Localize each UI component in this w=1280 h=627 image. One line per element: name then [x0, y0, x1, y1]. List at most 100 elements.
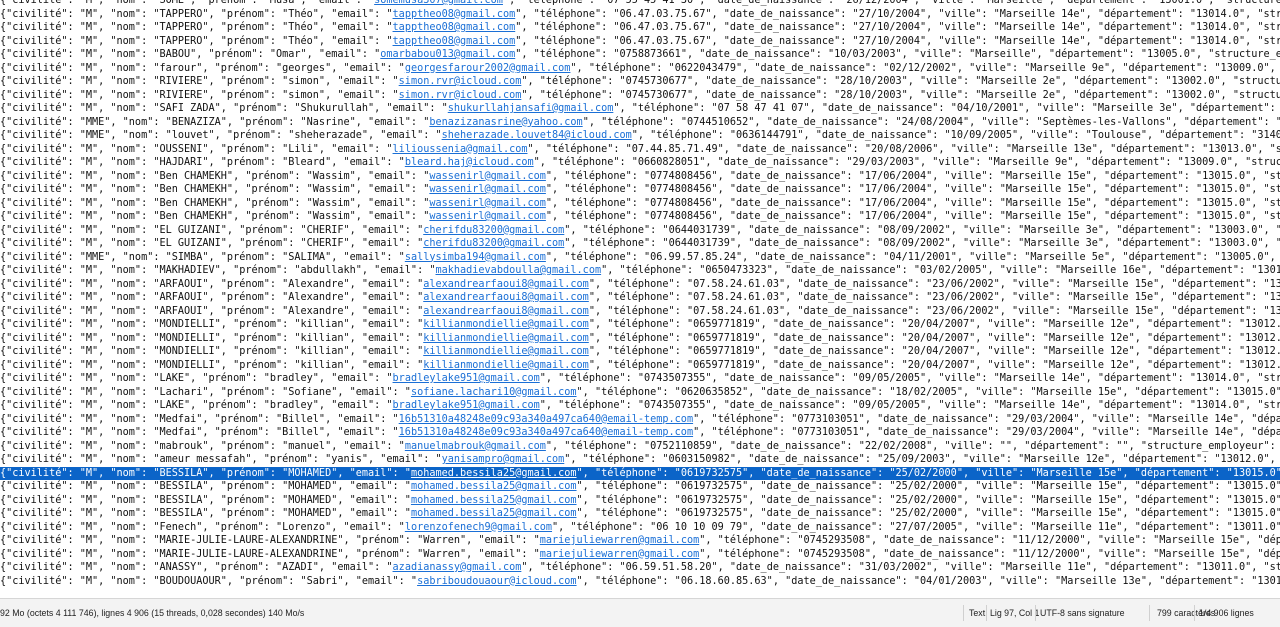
- email-link[interactable]: killianmondiellie@gmail.com: [423, 319, 589, 330]
- email-link[interactable]: bradleylake951@gmail.com: [393, 373, 540, 384]
- text-line[interactable]: {"civilité": "M", "nom": "farour", "prén…: [0, 62, 1280, 76]
- email-link[interactable]: alexandrearfaoui8@gmail.com: [423, 279, 589, 290]
- email-link[interactable]: sallysimba194@gmail.com: [405, 252, 546, 263]
- text-line[interactable]: {"civilité": "M", "nom": "MONDIELLI", "p…: [0, 345, 1280, 359]
- text-line[interactable]: {"civilité": "M", "nom": "LAKE", "prénom…: [0, 372, 1280, 386]
- text-line[interactable]: {"civilité": "M", "nom": "LAKE", "prénom…: [0, 399, 1280, 413]
- text-line[interactable]: {"civilité": "M", "nom": "SOME", "prénom…: [0, 0, 1280, 8]
- email-link[interactable]: cherifdu83200@gmail.com: [423, 225, 564, 236]
- email-link[interactable]: tapptheo08@gmail.com: [393, 9, 516, 20]
- text-line[interactable]: {"civilité": "M", "nom": "ARFAOUI", "pré…: [0, 278, 1280, 292]
- email-link[interactable]: azadianassy@gmail.com: [393, 562, 522, 573]
- text-line[interactable]: {"civilité": "M", "nom": "mabrouk", "pré…: [0, 440, 1280, 454]
- email-link[interactable]: 16b51310a48248e09c93a340a497ca640@email-…: [399, 414, 693, 425]
- text-line[interactable]: {"civilité": "M", "nom": "OUSSENI", "pré…: [0, 143, 1280, 157]
- text-line[interactable]: {"civilité": "M", "nom": "Ben CHAMEKH", …: [0, 210, 1280, 224]
- email-link[interactable]: georgesfarour2002@gmail.com: [405, 63, 571, 74]
- email-link[interactable]: sofiane.lachari10@gmail.com: [411, 387, 577, 398]
- text-line[interactable]: {"civilité": "M", "nom": "Ben CHAMEKH", …: [0, 183, 1280, 197]
- line-text-prefix: {"civilité": "M", "nom": "Medfai", "prén…: [0, 427, 399, 438]
- email-link[interactable]: simon.rvr@icloud.com: [399, 90, 522, 101]
- email-link[interactable]: lorenzofenech9@gmail.com: [405, 522, 552, 533]
- text-line[interactable]: {"civilité": "M", "nom": "EL GUIZANI", "…: [0, 224, 1280, 238]
- text-line[interactable]: {"civilité": "M", "nom": "ameur messafah…: [0, 453, 1280, 467]
- text-line[interactable]: {"civilité": "M", "nom": "MONDIELLI", "p…: [0, 359, 1280, 373]
- email-link[interactable]: tapptheo08@gmail.com: [393, 36, 516, 47]
- text-line[interactable]: {"civilité": "M", "nom": "MONDIELLI", "p…: [0, 332, 1280, 346]
- email-link[interactable]: lilioussenia@gmail.com: [393, 144, 528, 155]
- line-text-prefix: {"civilité": "M", "nom": "LAKE", "prénom…: [0, 400, 393, 411]
- text-line[interactable]: {"civilité": "MME", "nom": "louvet", "pr…: [0, 129, 1280, 143]
- email-link[interactable]: somemusa307@gmail.com: [374, 0, 503, 6]
- text-line[interactable]: {"civilité": "MME", "nom": "SIMBA", "pré…: [0, 251, 1280, 265]
- status-encoding[interactable]: UTF-8 sans signature: [1040, 599, 1125, 627]
- email-link[interactable]: mariejuliewarren@gmail.com: [540, 549, 699, 560]
- text-line[interactable]: {"civilité": "M", "nom": "SAFI ZADA", "p…: [0, 102, 1280, 116]
- text-line[interactable]: {"civilité": "M", "nom": "TAPPERO", "pré…: [0, 21, 1280, 35]
- email-link[interactable]: mohamed.bessila25@gmail.com: [411, 495, 577, 506]
- text-line[interactable]: {"civilité": "M", "nom": "MARIE-JULIE-LA…: [0, 548, 1280, 562]
- text-line[interactable]: {"civilité": "M", "nom": "BABOU", "préno…: [0, 48, 1280, 62]
- text-line[interactable]: {"civilité": "M", "nom": "BESSILA", "pré…: [0, 507, 1280, 521]
- email-link[interactable]: killianmondiellie@gmail.com: [423, 346, 589, 357]
- text-line[interactable]: {"civilité": "M", "nom": "Ben CHAMEKH", …: [0, 197, 1280, 211]
- email-link[interactable]: mariejuliewarren@gmail.com: [540, 535, 699, 546]
- line-text-prefix: {"civilité": "MME", "nom": "louvet", "pr…: [0, 130, 442, 141]
- email-link[interactable]: tapptheo08@gmail.com: [393, 22, 516, 33]
- text-line[interactable]: {"civilité": "M", "nom": "Fenech", "prén…: [0, 521, 1280, 535]
- text-line[interactable]: {"civilité": "MME", "nom": "BENAZIZA", "…: [0, 116, 1280, 130]
- line-text-prefix: {"civilité": "M", "nom": "EL GUIZANI", "…: [0, 224, 424, 236]
- text-line[interactable]: {"civilité": "M", "nom": "TAPPERO", "pré…: [0, 8, 1280, 22]
- email-link[interactable]: shukurllahjansafi@gmail.com: [448, 103, 614, 114]
- email-link[interactable]: wassenirl@gmail.com: [429, 198, 546, 209]
- text-line[interactable]: {"civilité": "M", "nom": "RIVIERE", "pré…: [0, 89, 1280, 103]
- email-link[interactable]: wassenirl@gmail.com: [429, 211, 546, 222]
- email-link[interactable]: makhadievabdoulla@gmail.com: [435, 265, 601, 276]
- text-line[interactable]: {"civilité": "M", "nom": "ARFAOUI", "pré…: [0, 291, 1280, 305]
- text-line[interactable]: {"civilité": "M", "nom": "MONDIELLI", "p…: [0, 318, 1280, 332]
- text-line[interactable]: {"civilité": "M", "nom": "Ben CHAMEKH", …: [0, 170, 1280, 184]
- email-link[interactable]: mohamed.bessila25@gmail.com: [411, 508, 577, 519]
- line-text-prefix: {"civilité": "M", "nom": "farour", "prén…: [0, 62, 405, 74]
- line-text-prefix: {"civilité": "M", "nom": "MONDIELLI", "p…: [0, 332, 424, 344]
- email-link[interactable]: 16b51310a48248e09c93a340a497ca640@email-…: [399, 427, 693, 438]
- status-position[interactable]: Lig 97, Col 1: [990, 599, 1039, 627]
- email-link[interactable]: mohamed.bessila25@gmail.com: [411, 468, 577, 479]
- status-format[interactable]: Text: [969, 599, 985, 627]
- email-link[interactable]: mohamed.bessila25@gmail.com: [411, 481, 577, 492]
- text-line[interactable]: {"civilité": "M", "nom": "MAKHADIEV", "p…: [0, 264, 1280, 278]
- line-text-suffix: ", "téléphone": "07.58.24.61.03", "date_…: [588, 305, 1280, 317]
- email-link[interactable]: killianmondiellie@gmail.com: [423, 360, 589, 371]
- selected-text-line[interactable]: {"civilité": "M", "nom": "BESSILA", "pré…: [0, 466, 1280, 480]
- text-line[interactable]: {"civilité": "M", "nom": "Medfai", "prén…: [0, 426, 1280, 440]
- email-link[interactable]: cherifdu83200@gmail.com: [423, 238, 564, 249]
- email-link[interactable]: omarbabou013@gmail.com: [380, 49, 515, 60]
- text-line[interactable]: {"civilité": "M", "nom": "BESSILA", "pré…: [0, 480, 1280, 494]
- text-line[interactable]: {"civilité": "M", "nom": "ARFAOUI", "pré…: [0, 305, 1280, 319]
- email-link[interactable]: alexandrearfaoui8@gmail.com: [423, 306, 589, 317]
- text-line[interactable]: {"civilité": "M", "nom": "HAJDARI", "pré…: [0, 156, 1280, 170]
- text-line[interactable]: {"civilité": "M", "nom": "MARIE-JULIE-LA…: [0, 534, 1280, 548]
- text-line[interactable]: {"civilité": "M", "nom": "ANASSY", "prén…: [0, 561, 1280, 575]
- text-line[interactable]: {"civilité": "M", "nom": "TAPPERO", "pré…: [0, 35, 1280, 49]
- line-text-prefix: {"civilité": "M", "nom": "Ben CHAMEKH", …: [0, 170, 430, 182]
- text-line[interactable]: {"civilité": "M", "nom": "BOUDOUAOUR", "…: [0, 575, 1280, 589]
- email-link[interactable]: benazizanasrine@yahoo.com: [429, 117, 582, 128]
- email-link[interactable]: wassenirl@gmail.com: [429, 171, 546, 182]
- email-link[interactable]: alexandrearfaoui8@gmail.com: [423, 292, 589, 303]
- email-link[interactable]: yanisampro@gmail.com: [442, 454, 565, 465]
- email-link[interactable]: killianmondiellie@gmail.com: [423, 333, 589, 344]
- email-link[interactable]: sheherazade.louvet84@icloud.com: [442, 130, 632, 141]
- email-link[interactable]: bradleylake951@gmail.com: [393, 400, 540, 411]
- email-link[interactable]: sabriboudouaour@icloud.com: [417, 576, 576, 587]
- email-link[interactable]: manuelmabrouk@gmail.com: [405, 441, 546, 452]
- email-link[interactable]: simon.rvr@icloud.com: [399, 76, 522, 87]
- text-line[interactable]: {"civilité": "M", "nom": "BESSILA", "pré…: [0, 494, 1280, 508]
- email-link[interactable]: bleard.haj@icloud.com: [405, 157, 534, 168]
- text-line[interactable]: {"civilité": "M", "nom": "EL GUIZANI", "…: [0, 237, 1280, 251]
- email-link[interactable]: wassenirl@gmail.com: [429, 184, 546, 195]
- text-editor[interactable]: {"civilité": "M", "nom": "SOME", "prénom…: [0, 0, 1280, 598]
- text-line[interactable]: {"civilité": "M", "nom": "RIVIERE", "pré…: [0, 75, 1280, 89]
- text-line[interactable]: {"civilité": "M", "nom": "Medfai", "prén…: [0, 413, 1280, 427]
- text-line[interactable]: {"civilité": "M", "nom": "Lachari", "pré…: [0, 386, 1280, 400]
